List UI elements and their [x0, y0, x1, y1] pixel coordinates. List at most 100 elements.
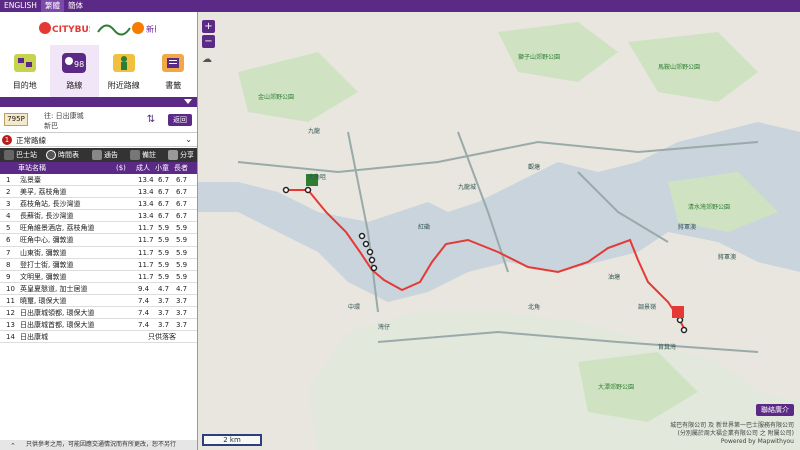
chevron-down-icon: ⌄ — [185, 135, 192, 144]
svg-text:新巴: 新巴 — [146, 24, 156, 34]
map-stop-marker — [282, 186, 290, 194]
remark-icon — [130, 150, 140, 160]
col-elder: 長者 — [174, 164, 188, 172]
route-operator: 新巴 — [44, 122, 58, 130]
mode-tabs: 目的地 98 路線 附近路線 書籤 — [0, 45, 198, 97]
lang-simplified[interactable]: 簡体 — [64, 0, 87, 12]
bus-stop-icon — [4, 150, 14, 160]
map-label: 獅子山郊野公園 — [518, 54, 561, 61]
lang-english[interactable]: ENGLISH — [0, 0, 41, 12]
route-panel: CITYBUS城巴 新巴 目的地 98 路線 — [0, 12, 198, 450]
route-destination: 往: 日出康城 — [44, 112, 84, 120]
mode-destination[interactable]: 目的地 — [0, 45, 50, 97]
share-icon — [168, 150, 178, 160]
map-label: 大角咀 — [308, 174, 327, 181]
table-row[interactable]: 8 登打士街, 彌敦道 11.7 5.9 5.9 — [0, 259, 197, 271]
map-label: 灣仔 — [378, 324, 391, 331]
about-button[interactable]: 聯絡廣介 — [756, 404, 794, 416]
table-row[interactable]: 6 旺角中心, 彌敦道 11.7 5.9 5.9 — [0, 234, 197, 247]
panel-collapse-strip[interactable] — [0, 97, 197, 107]
map-label: 筲箕灣 — [658, 344, 677, 351]
direction-label: 正常路線 — [16, 136, 46, 145]
back-button[interactable]: 返回 — [168, 114, 192, 126]
map-stop-marker — [358, 232, 366, 240]
chevron-down-icon — [184, 99, 192, 104]
swap-direction-icon[interactable]: ⇅ — [145, 114, 157, 126]
map-label: 北角 — [528, 304, 541, 311]
table-row[interactable]: 3 荔枝角站, 長沙灣道 13.4 6.7 6.7 — [0, 198, 197, 211]
map-label: 九龍城 — [458, 184, 477, 191]
map-stop-marker — [676, 316, 684, 324]
direction-number: 1 — [2, 135, 12, 145]
stop-list: 1 泓景臺 13.4 6.7 6.7 2 美孚, 荔枝角道 13.4 6.7 6.7 3 荔枝角站… — [0, 174, 197, 344]
map-label: 清水灣郊野公園 — [688, 204, 731, 211]
direction-select[interactable]: 1 正常路線 ⌄ — [0, 133, 197, 147]
mode-nearby-route[interactable]: 附近路線 — [99, 45, 149, 97]
svg-text:CITYBUS城巴: CITYBUS城巴 — [52, 23, 90, 35]
col-adult: 成人 — [136, 164, 150, 172]
chevron-up-icon[interactable]: ⌃ — [10, 441, 16, 450]
map-label: 大潭郊野公園 — [598, 384, 635, 391]
toolbar-bus-stop[interactable]: 巴士站 — [0, 148, 42, 162]
svg-text:98: 98 — [74, 60, 84, 69]
map-stop-marker — [304, 186, 312, 194]
nearby-route-icon — [112, 54, 135, 72]
col-name: 車站名稱 — [18, 164, 46, 172]
zoom-in-button[interactable]: + — [202, 20, 215, 33]
notice-icon — [92, 150, 102, 160]
map-stop-marker — [362, 240, 370, 248]
powered-by: Powered by Mapwithyou — [720, 438, 794, 445]
lang-traditional[interactable]: 繁體 — [40, 0, 64, 12]
bookmark-icon — [162, 54, 185, 72]
table-row[interactable]: 7 山東街, 彌敦道 11.7 5.9 5.9 — [0, 247, 197, 259]
mode-label: 路線 — [66, 81, 83, 90]
map-stop-marker — [368, 256, 376, 264]
mode-bookmark[interactable]: 書籤 — [149, 45, 198, 97]
table-row[interactable]: 10 英皇夏慤道, 加士居道 9.4 4.7 4.7 — [0, 283, 197, 295]
route-map[interactable]: 九龍 大角咀 紅磡 九龍城 將軍澳 調景嶺 油塘 觀塘 筲箕灣 北角 灣仔 中環… — [198, 12, 800, 450]
route-toolbar: 巴士站 時間表 通告 備註 分享 — [0, 148, 197, 162]
zoom-out-button[interactable]: − — [202, 35, 215, 48]
map-canvas[interactable] — [198, 12, 800, 450]
toolbar-notice[interactable]: 通告 — [88, 148, 126, 162]
map-label: 中環 — [348, 304, 361, 311]
toolbar-share[interactable]: 分享 — [164, 148, 197, 162]
nwfb-logo: 新巴 — [97, 22, 156, 36]
map-label: 調景嶺 — [638, 304, 657, 311]
table-row[interactable]: 2 美孚, 荔枝角道 13.4 6.7 6.7 — [0, 186, 197, 199]
map-label: 九龍 — [308, 128, 321, 135]
mode-label: 附近路線 — [107, 81, 140, 90]
map-stop-marker — [366, 248, 374, 256]
table-row[interactable]: 5 旺角維景酒店, 荔枝角道 11.7 5.9 5.9 — [0, 222, 197, 235]
destination-icon — [13, 54, 36, 72]
map-label: 將軍澳 — [678, 224, 697, 231]
table-row[interactable]: 14 日出康城 只供落客 — [0, 331, 197, 344]
mode-route[interactable]: 98 路線 — [49, 45, 99, 97]
route-number-badge: 795P — [4, 113, 28, 126]
col-child: 小童 — [155, 164, 169, 172]
map-stop-marker — [680, 326, 688, 334]
table-row[interactable]: 12 日出康城領都, 環保大道 7.4 3.7 3.7 — [0, 307, 197, 320]
citybus-logo: CITYBUS城巴 — [39, 22, 90, 35]
map-label: 金山郊野公園 — [258, 94, 295, 101]
table-row[interactable]: 1 泓景臺 13.4 6.7 6.7 — [0, 174, 197, 187]
map-label: 油塘 — [608, 274, 621, 281]
route-icon: 98 — [62, 53, 87, 73]
map-label: 紅磡 — [418, 224, 431, 231]
table-row[interactable]: 9 文明里, 彌敦道 11.7 5.9 5.9 — [0, 271, 197, 283]
scale-bar: 2 km — [202, 434, 262, 446]
col-fare: ($) — [116, 164, 126, 172]
toolbar-remark[interactable]: 備註 — [126, 148, 164, 162]
table-row[interactable]: 11 曉璽, 環保大道 7.4 3.7 3.7 — [0, 295, 197, 308]
end-flag-icon — [672, 306, 684, 318]
map-label: 將軍澳 — [718, 254, 737, 261]
table-row[interactable]: 13 日出康城首都, 環保大道 7.4 3.7 3.7 — [0, 319, 197, 332]
disclaimer: ⌃ 只供參考之用，可能因應交通情況而有所更改，恕不另行 — [0, 440, 197, 450]
map-stop-marker — [370, 264, 378, 272]
language-bar: ENGLISH 繁體 簡体 — [0, 0, 800, 12]
mode-label: 目的地 — [12, 81, 37, 90]
route-info: 795P 往: 日出康城 新巴 ⇅ 返回 — [0, 107, 197, 133]
brand-header: CITYBUS城巴 新巴 — [0, 12, 197, 44]
toolbar-timetable[interactable]: 時間表 — [42, 148, 88, 162]
table-row[interactable]: 4 長蘇街, 長沙灣道 13.4 6.7 6.7 — [0, 210, 197, 223]
